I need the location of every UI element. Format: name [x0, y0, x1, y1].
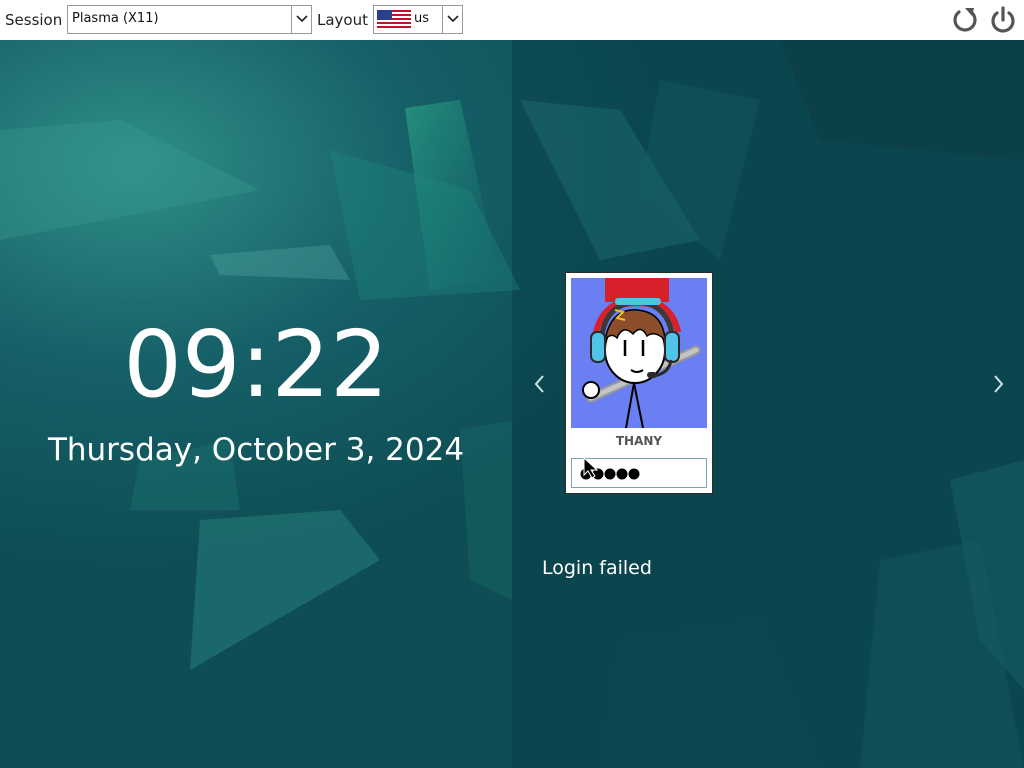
session-label: Session	[5, 11, 63, 29]
mouse-cursor-icon	[583, 457, 599, 479]
shutdown-button[interactable]	[988, 5, 1018, 35]
top-bar: Session Plasma (X11) Layout us	[0, 0, 1024, 40]
previous-user-button[interactable]	[530, 372, 550, 396]
chevron-left-icon	[534, 375, 544, 393]
clock-time: 09:22	[123, 311, 389, 418]
session-dropdown-button[interactable]	[291, 6, 311, 33]
chevron-right-icon	[994, 375, 1004, 393]
us-flag-icon	[377, 10, 411, 30]
login-status-message: Login failed	[542, 557, 652, 579]
session-select[interactable]: Plasma (X11)	[67, 5, 312, 34]
session-select-value: Plasma (X11)	[72, 11, 159, 26]
reboot-button[interactable]	[950, 5, 980, 35]
power-icon	[991, 6, 1015, 33]
layout-select-value: us	[414, 11, 430, 26]
reboot-icon	[953, 8, 977, 32]
username-label: THANY	[615, 434, 663, 448]
chevron-down-icon	[447, 15, 459, 23]
chevron-down-icon	[296, 15, 308, 23]
next-user-button[interactable]	[988, 372, 1008, 396]
user-avatar	[571, 278, 707, 428]
layout-select[interactable]: us	[373, 5, 463, 34]
layout-label: Layout	[317, 11, 368, 29]
layout-dropdown-button[interactable]	[442, 6, 462, 33]
clock-date: Thursday, October 3, 2024	[47, 432, 465, 468]
